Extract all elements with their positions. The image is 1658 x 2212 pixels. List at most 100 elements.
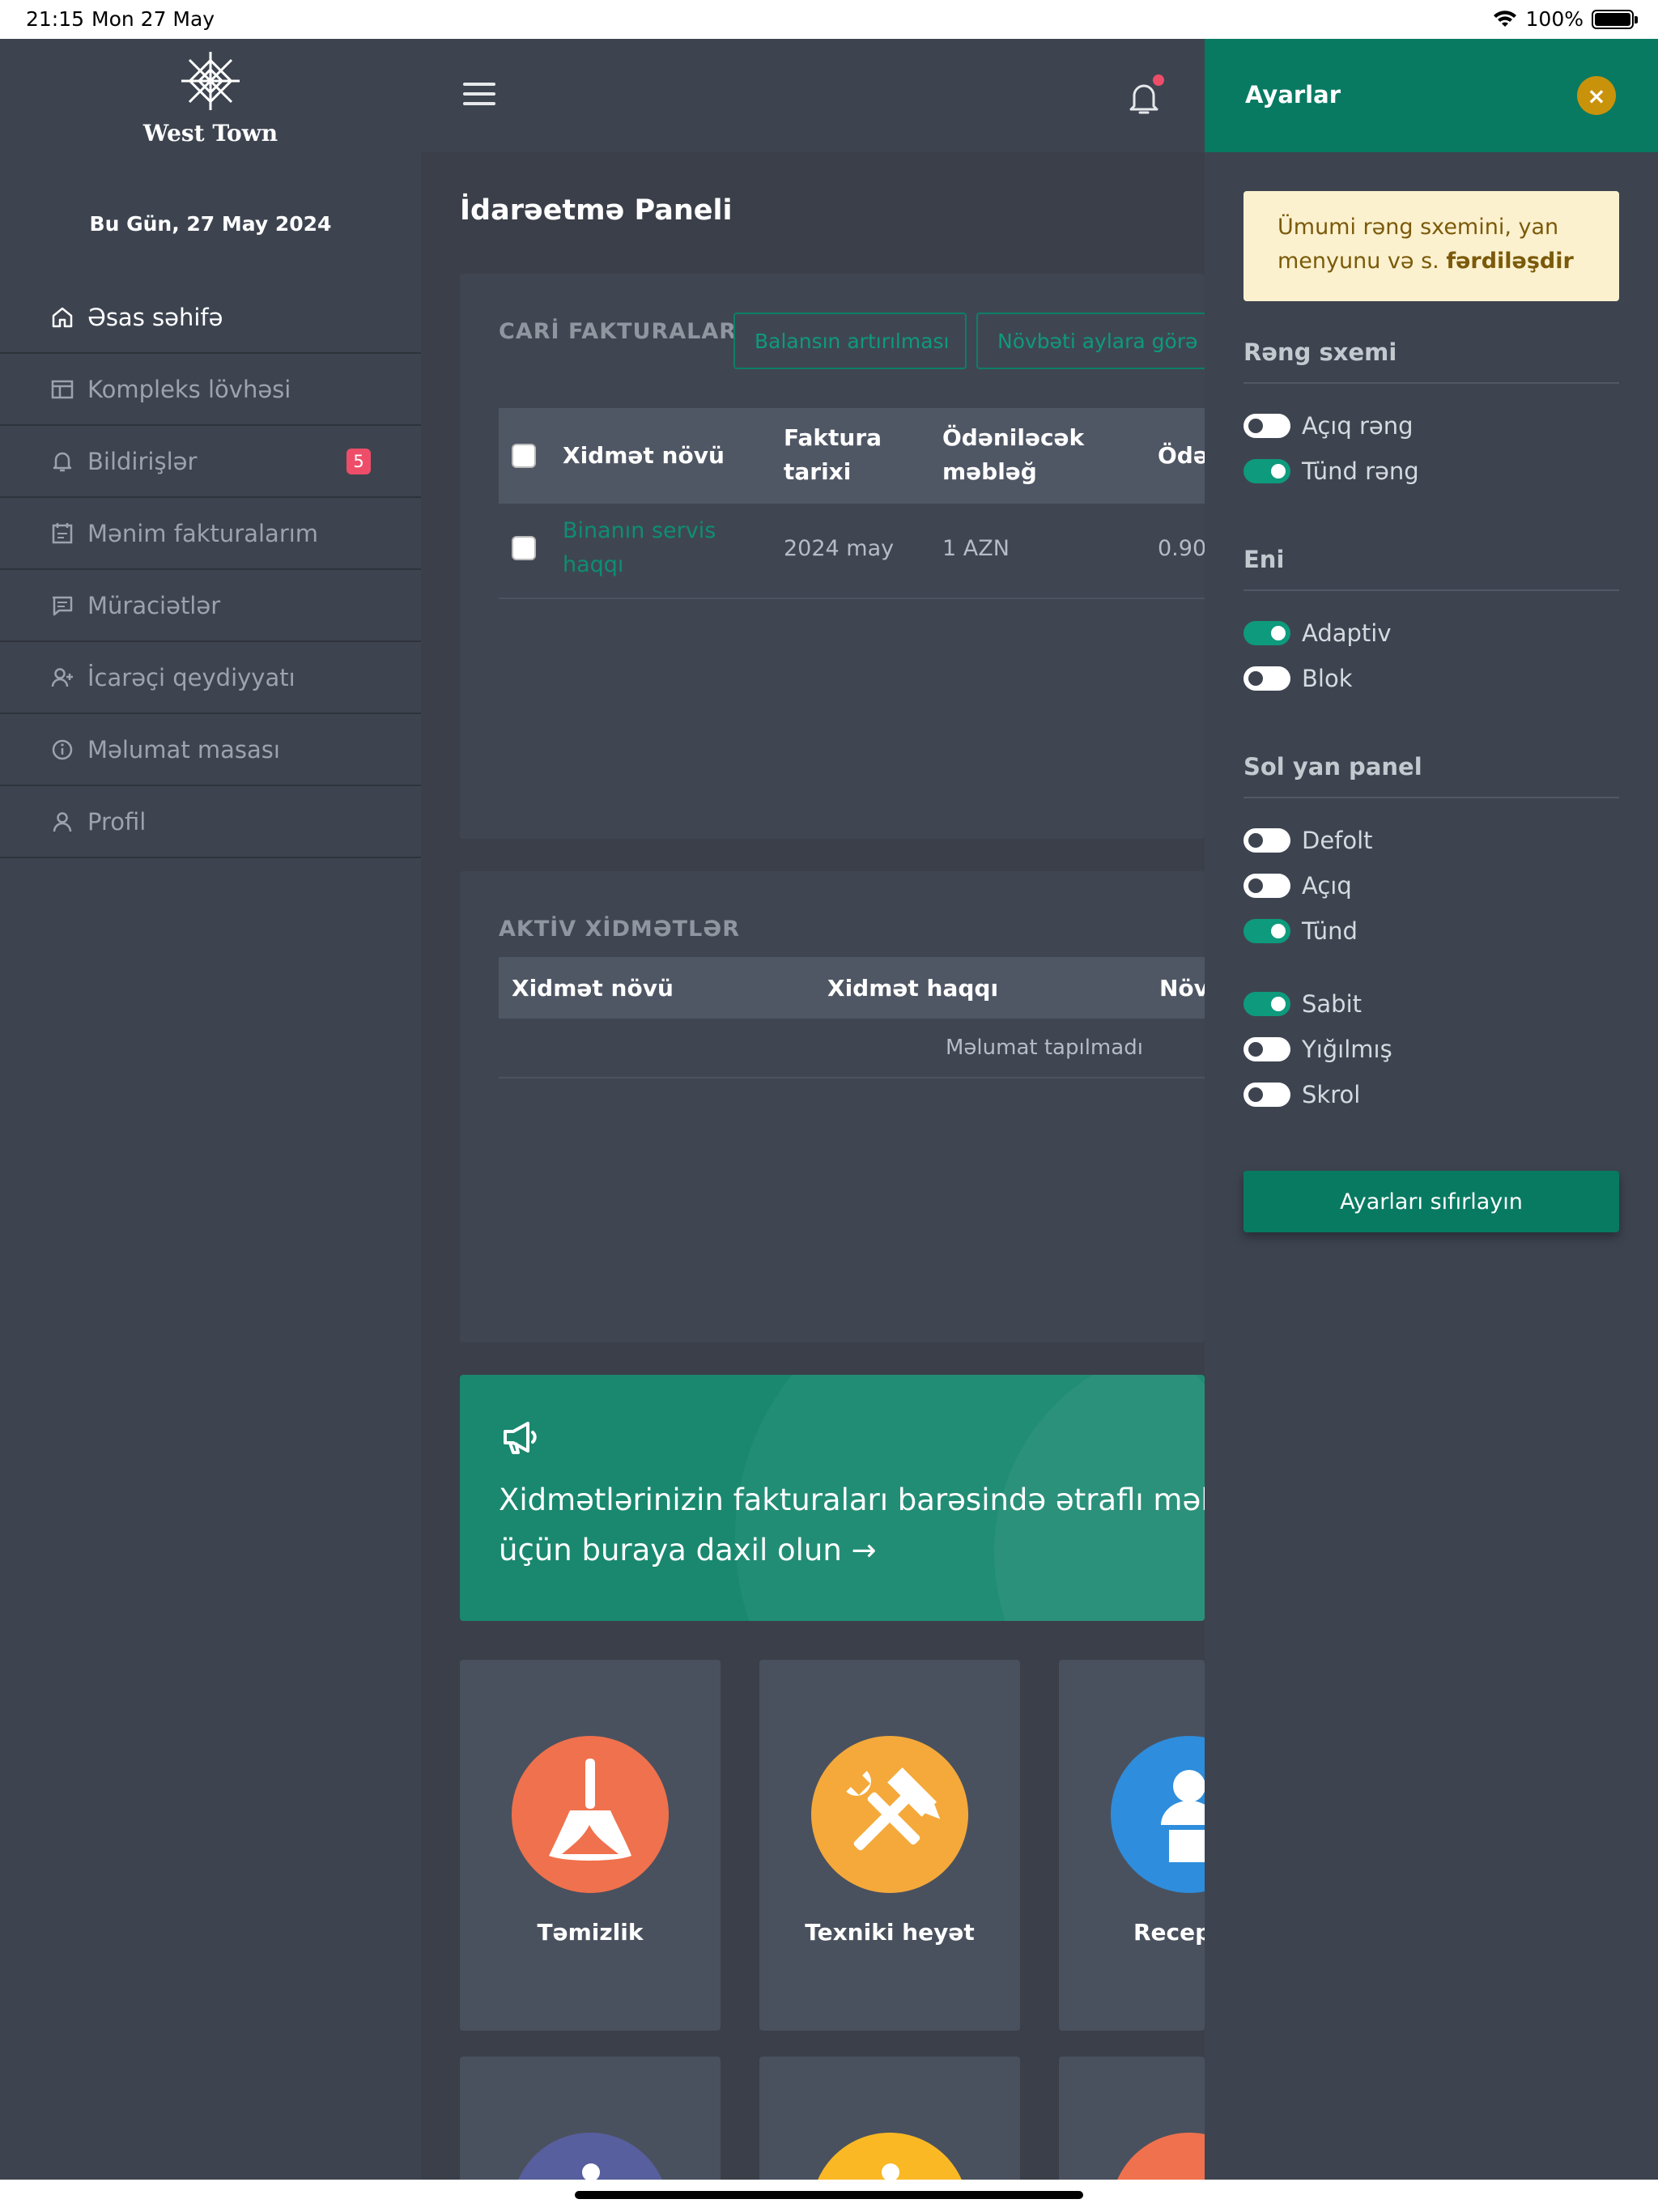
- empty-message: Məlumat tapılmadı: [946, 1036, 1143, 1060]
- toggle-light-color[interactable]: Açıq rəng: [1244, 410, 1414, 442]
- panel-title: CARİ FAKTURALAR: [499, 319, 738, 344]
- row-divider: [499, 1077, 1205, 1078]
- settings-hint: Ümumi rəng sxemini, yan menyunu və s. fə…: [1244, 191, 1619, 301]
- toggle-light[interactable]: Açıq: [1244, 870, 1352, 902]
- home-indicator[interactable]: [575, 2191, 1083, 2199]
- sidebar-item-label: Əsas səhifə: [87, 303, 223, 331]
- row-service-link-2[interactable]: haqqı: [563, 549, 623, 581]
- toggle-switch[interactable]: [1244, 621, 1290, 645]
- menu-toggle-icon[interactable]: [463, 83, 495, 107]
- toggle-switch[interactable]: [1244, 1037, 1290, 1061]
- message-icon: [49, 592, 76, 619]
- row-divider: [499, 598, 1205, 599]
- status-time: 21:15: [26, 7, 85, 31]
- toggle-switch[interactable]: [1244, 414, 1290, 438]
- close-icon[interactable]: ×: [1577, 76, 1616, 115]
- toggle-block[interactable]: Blok: [1244, 662, 1353, 695]
- select-all-checkbox[interactable]: [512, 444, 536, 468]
- toggle-switch[interactable]: [1244, 828, 1290, 853]
- toggle-scroll[interactable]: Skrol: [1244, 1078, 1360, 1111]
- sidebar-item-label: İcarəçi qeydiyyatı: [87, 663, 295, 691]
- sidebar-item-label: Məlumat masası: [87, 735, 280, 764]
- toggle-adaptive[interactable]: Adaptiv: [1244, 617, 1392, 649]
- row-checkbox[interactable]: [512, 536, 536, 560]
- col-invoice-date-2: tarixi: [784, 458, 852, 485]
- panel-title: AKTİV XİDMƏTLƏR: [499, 917, 740, 942]
- toggle-default[interactable]: Defolt: [1244, 824, 1373, 857]
- tools-icon: [811, 1736, 968, 1893]
- service-card-technical[interactable]: Texniki heyət: [759, 1660, 1020, 2031]
- col-type: Növü: [1159, 975, 1205, 1002]
- user-icon: [49, 808, 76, 836]
- row-date: 2024 may: [784, 536, 895, 561]
- logo-icon: [181, 52, 240, 110]
- reset-settings-button[interactable]: Ayarları sıfırlayın: [1244, 1171, 1619, 1232]
- sidebar-item-notifications[interactable]: Bildirişlər 5: [0, 426, 421, 498]
- settings-header: Ayarlar ×: [1205, 39, 1658, 152]
- settings-title: Ayarlar: [1245, 81, 1341, 108]
- current-invoices-panel: CARİ FAKTURALAR Balansın artırılması Növ…: [460, 274, 1205, 839]
- toggle-switch[interactable]: [1244, 1083, 1290, 1107]
- status-right: 100%: [1492, 7, 1638, 31]
- status-date: Mon 27 May: [91, 7, 215, 31]
- toggle-label: Açıq rəng: [1302, 412, 1414, 440]
- sidebar-item-home[interactable]: Əsas səhifə: [0, 282, 421, 354]
- toggle-dark[interactable]: Tünd: [1244, 915, 1358, 947]
- toggle-collapsed[interactable]: Yığılmış: [1244, 1033, 1392, 1066]
- battery-percent: 100%: [1525, 7, 1584, 31]
- section-divider: [1244, 382, 1619, 384]
- service-label: Təmizlik: [537, 1919, 644, 1946]
- pay-next-months-button[interactable]: Növbəti aylara görə ödəniş: [976, 313, 1205, 369]
- megaphone-icon: [504, 1422, 537, 1454]
- toggle-label: Adaptiv: [1302, 619, 1392, 647]
- sidebar-item-board[interactable]: Kompleks lövhəsi: [0, 354, 421, 426]
- section-title-left-panel: Sol yan panel: [1244, 753, 1422, 781]
- sidebar-menu: Əsas səhifə Kompleks lövhəsi Bildirişlər…: [0, 282, 421, 858]
- toggle-dark-color[interactable]: Tünd rəng: [1244, 455, 1419, 487]
- toggle-switch[interactable]: [1244, 992, 1290, 1016]
- service-icon-dot: [882, 2163, 899, 2181]
- section-divider: [1244, 797, 1619, 798]
- board-icon: [49, 376, 76, 403]
- sidebar: West Town Bu Gün, 27 May 2024 Əsas səhif…: [0, 39, 421, 2180]
- toggle-fixed[interactable]: Sabit: [1244, 988, 1362, 1020]
- status-bar: 21:15 Mon 27 May 100%: [0, 0, 1658, 39]
- toggle-label: Tünd: [1302, 917, 1358, 945]
- service-card-cleaning[interactable]: Təmizlik: [460, 1660, 721, 2031]
- invoice-icon: [49, 520, 76, 547]
- row-amount: 1 AZN: [942, 536, 1010, 561]
- increase-balance-button[interactable]: Balansın artırılması: [733, 313, 967, 369]
- notification-dot: [1153, 74, 1164, 86]
- bell-icon: [49, 448, 76, 475]
- section-divider: [1244, 589, 1619, 591]
- broom-icon: [512, 1736, 669, 1893]
- toggle-label: Sabit: [1302, 990, 1363, 1018]
- toggle-label: Açıq: [1302, 872, 1352, 900]
- sidebar-item-info-desk[interactable]: Məlumat masası: [0, 714, 421, 786]
- brand-name: West Town: [142, 120, 278, 147]
- row-service-link-1[interactable]: Binanın servis: [563, 515, 716, 547]
- sidebar-item-tenant-registration[interactable]: İcarəçi qeydiyyatı: [0, 642, 421, 714]
- toggle-switch[interactable]: [1244, 919, 1290, 943]
- toggle-switch[interactable]: [1244, 874, 1290, 898]
- sidebar-item-profile[interactable]: Profil: [0, 786, 421, 858]
- today-date: Bu Gün, 27 May 2024: [89, 212, 332, 236]
- banner-text[interactable]: Xidmətlərinizin fakturaları barəsində ət…: [499, 1475, 1205, 1576]
- service-icon-dot: [582, 2163, 600, 2181]
- service-card-reception[interactable]: Recept: [1059, 1660, 1205, 2031]
- toggle-switch[interactable]: [1244, 459, 1290, 483]
- toggle-switch[interactable]: [1244, 666, 1290, 691]
- sidebar-item-invoices[interactable]: Mənim fakturalarım: [0, 498, 421, 570]
- section-title-width: Eni: [1244, 546, 1285, 573]
- col-amount-due-2: məbləğ: [942, 458, 1037, 485]
- settings-panel: Ayarlar × Ümumi rəng sxemini, yan menyun…: [1205, 39, 1658, 2180]
- notifications-bell-icon[interactable]: [1127, 74, 1164, 120]
- col-invoice-date-1: Faktura: [784, 424, 882, 451]
- user-add-icon: [49, 664, 76, 691]
- toggle-label: Tünd rəng: [1302, 457, 1419, 485]
- toggle-label: Defolt: [1302, 827, 1373, 854]
- toggle-label: Yığılmış: [1302, 1036, 1392, 1063]
- invoice-info-banner[interactable]: Xidmətlərinizin fakturaları barəsində ət…: [460, 1375, 1205, 1621]
- sidebar-item-requests[interactable]: Müraciətlər: [0, 570, 421, 642]
- brand-logo[interactable]: West Town: [0, 49, 421, 147]
